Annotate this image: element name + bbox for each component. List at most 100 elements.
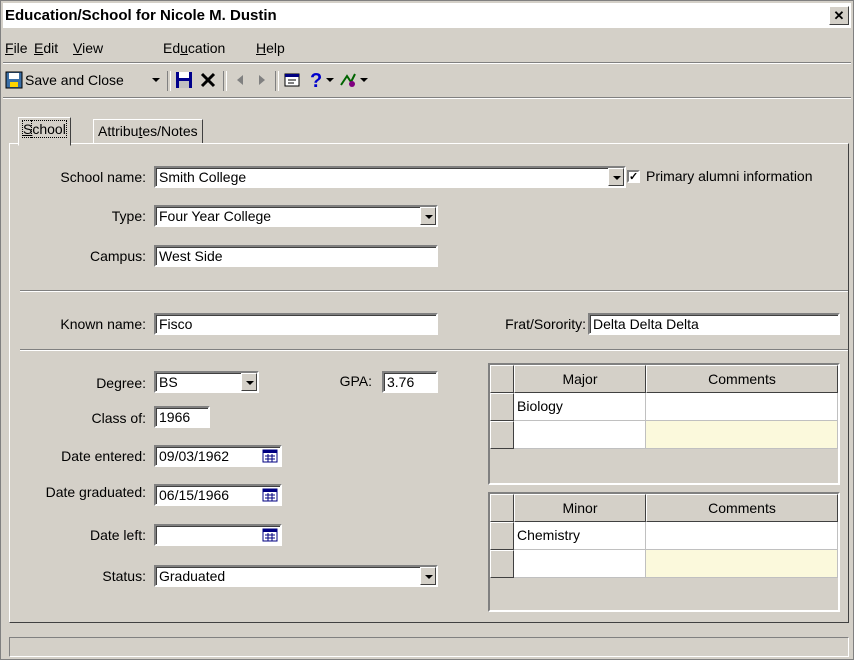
tab-school[interactable]: School	[18, 117, 71, 146]
save-and-close-label: Save and Close	[25, 72, 124, 88]
row-selector[interactable]	[490, 522, 514, 550]
minor-comments-cell[interactable]	[646, 550, 838, 578]
known-name-field[interactable]: Fisco	[154, 313, 438, 335]
date-left-label: Date left:	[89, 527, 146, 543]
major-header: Major	[514, 365, 646, 393]
degree-value: BS	[159, 374, 178, 390]
toolbar-separator	[275, 71, 279, 91]
type-label: Type:	[111, 208, 146, 224]
degree-dropdown[interactable]: BS	[154, 371, 259, 393]
minor-header: Minor	[514, 494, 646, 522]
next-record-button[interactable]	[253, 68, 271, 92]
major-comments-header: Comments	[646, 365, 838, 393]
date-entered-value: 09/03/1962	[159, 448, 230, 464]
arrow-right-icon	[259, 75, 265, 85]
minor-cell[interactable]: Chemistry	[514, 522, 646, 550]
primary-alumni-label: Primary alumni information	[646, 168, 813, 184]
type-value: Four Year College	[159, 208, 272, 224]
save-and-close-button[interactable]: Save and Close	[5, 68, 124, 92]
arrow-left-icon	[237, 75, 243, 85]
chevron-down-icon[interactable]	[241, 373, 257, 391]
school-name-label: School name:	[60, 169, 146, 185]
status-dropdown[interactable]: Graduated	[154, 565, 438, 587]
save-options-dropdown[interactable]	[151, 68, 163, 92]
minor-comments-cell[interactable]	[646, 522, 838, 550]
floppy-disk-icon	[176, 72, 192, 88]
save-close-icon	[5, 71, 23, 89]
minor-cell[interactable]	[514, 550, 646, 578]
chevron-down-icon	[360, 78, 368, 82]
title-bar[interactable]: Education/School for Nicole M. Dustin ✕	[3, 3, 851, 28]
tools-button[interactable]	[339, 68, 357, 92]
major-comments-cell[interactable]	[646, 393, 838, 421]
row-selector[interactable]	[490, 550, 514, 578]
toolbar: Save and Close ?	[3, 65, 851, 95]
help-button[interactable]: ?	[309, 68, 323, 92]
save-button[interactable]	[175, 68, 193, 92]
education-school-window: Education/School for Nicole M. Dustin ✕ …	[0, 0, 854, 660]
tools-icon	[340, 73, 356, 87]
primary-alumni-checkbox[interactable]: ✓	[627, 170, 640, 183]
frat-sorority-field[interactable]: Delta Delta Delta	[588, 313, 840, 335]
row-selector[interactable]	[490, 393, 514, 421]
grid-corner	[490, 365, 514, 393]
section-divider	[20, 290, 848, 292]
menu-education[interactable]: Education	[163, 40, 225, 56]
chevron-down-icon[interactable]	[420, 567, 436, 585]
degree-label: Degree:	[96, 375, 146, 391]
major-cell[interactable]: Biology	[514, 393, 646, 421]
window-title: Education/School for Nicole M. Dustin	[5, 7, 277, 24]
section-divider	[20, 349, 848, 351]
close-icon[interactable]: ✕	[829, 6, 849, 25]
calendar-icon[interactable]	[262, 488, 278, 502]
major-comments-cell[interactable]	[646, 421, 838, 449]
delete-x-icon	[200, 72, 216, 88]
minor-grid[interactable]: Minor Comments Chemistry	[488, 492, 840, 612]
school-panel: School name: Smith College ✓ Primary alu…	[9, 143, 849, 623]
chevron-down-icon	[152, 78, 160, 82]
date-left-field[interactable]	[154, 524, 282, 546]
status-bar	[9, 637, 849, 657]
delete-button[interactable]	[199, 68, 217, 92]
major-cell[interactable]	[514, 421, 646, 449]
menu-help[interactable]: Help	[256, 40, 285, 56]
calendar-icon[interactable]	[262, 528, 278, 542]
class-of-field[interactable]: 1966	[154, 406, 210, 428]
row-selector[interactable]	[490, 421, 514, 449]
calendar-icon[interactable]	[262, 449, 278, 463]
frat-sorority-label: Frat/Sorority:	[505, 316, 586, 332]
campus-label: Campus:	[89, 248, 146, 264]
status-label: Status:	[102, 568, 146, 584]
tab-attributes-notes[interactable]: Attributes/Notes	[93, 119, 203, 145]
school-name-value: Smith College	[159, 169, 247, 185]
gpa-label: GPA:	[339, 373, 372, 389]
class-of-label: Class of:	[91, 410, 146, 426]
chevron-down-icon[interactable]	[608, 168, 624, 186]
menu-view[interactable]: View	[73, 40, 103, 56]
menu-file[interactable]: File	[5, 40, 28, 56]
properties-icon	[284, 73, 300, 87]
date-graduated-value: 06/15/1966	[159, 487, 230, 503]
date-entered-field[interactable]: 09/03/1962	[154, 445, 282, 467]
previous-record-button[interactable]	[231, 68, 249, 92]
date-entered-label: Date entered:	[61, 448, 146, 464]
properties-button[interactable]	[283, 68, 301, 92]
tools-dropdown[interactable]	[359, 68, 369, 92]
chevron-down-icon[interactable]	[420, 207, 436, 225]
toolbar-divider	[3, 97, 851, 99]
toolbar-separator	[223, 71, 227, 91]
status-value: Graduated	[159, 568, 226, 584]
major-grid[interactable]: Major Comments Biology	[488, 363, 840, 485]
date-graduated-label: Date graduated:	[45, 484, 146, 500]
type-dropdown[interactable]: Four Year College	[154, 205, 438, 227]
help-question-icon: ?	[310, 70, 322, 90]
campus-field[interactable]: West Side	[154, 245, 438, 267]
date-graduated-field[interactable]: 06/15/1966	[154, 484, 282, 506]
menu-edit[interactable]: Edit	[34, 40, 58, 56]
gpa-field[interactable]: 3.76	[382, 371, 438, 393]
toolbar-separator	[167, 71, 171, 91]
help-dropdown[interactable]	[325, 68, 335, 92]
grid-corner	[490, 494, 514, 522]
school-name-dropdown[interactable]: Smith College	[154, 166, 626, 188]
minor-comments-header: Comments	[646, 494, 838, 522]
